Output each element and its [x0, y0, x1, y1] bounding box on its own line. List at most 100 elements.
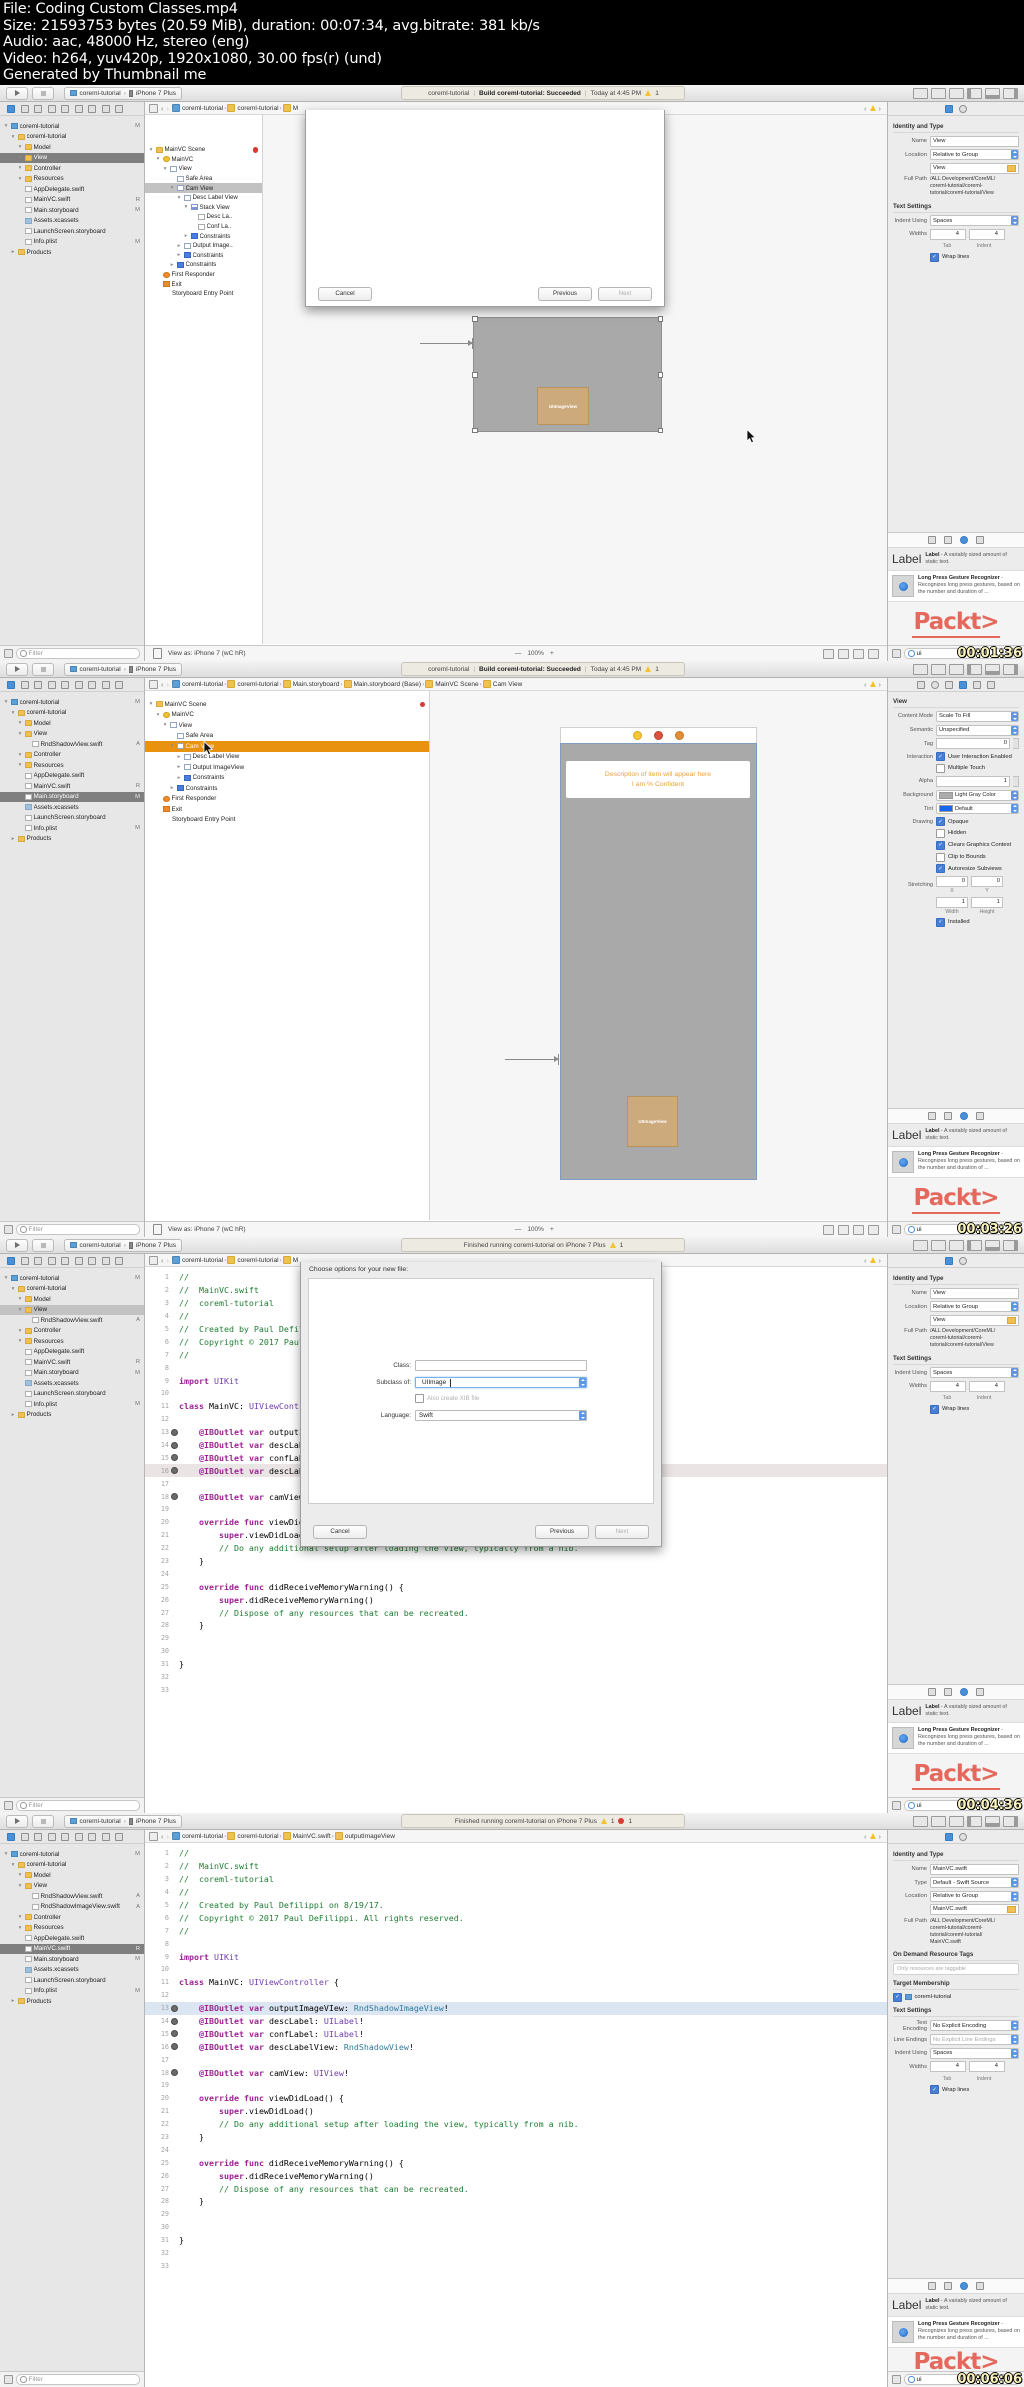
- error-count[interactable]: 1: [628, 1818, 632, 1825]
- previous-button[interactable]: Previous: [535, 1525, 589, 1539]
- code-line[interactable]: 17: [145, 2053, 887, 2066]
- disclosure-icon[interactable]: ▸: [169, 785, 175, 791]
- embed-in-stack-icon[interactable]: [823, 649, 834, 659]
- cancel-button[interactable]: Cancel: [313, 1525, 367, 1539]
- name-field[interactable]: View: [930, 136, 1019, 147]
- warning-count[interactable]: 1: [655, 90, 659, 97]
- debug-icon[interactable]: [88, 1257, 96, 1265]
- warning-count[interactable]: 1: [611, 1818, 615, 1825]
- jumpbar-item[interactable]: coreml-tutorial: [227, 680, 278, 688]
- disclosure-icon[interactable]: ▾: [17, 1872, 23, 1878]
- code-line[interactable]: 31}: [145, 1658, 887, 1671]
- next-button[interactable]: Next: [598, 287, 652, 301]
- inspector-toggle-icon[interactable]: [1003, 664, 1018, 675]
- code-line[interactable]: 6// Copyright © 2017 Paul DeFilippi. All…: [145, 1911, 887, 1924]
- disclosure-icon[interactable]: ▾: [17, 731, 23, 737]
- tree-row[interactable]: ▾View: [0, 729, 144, 740]
- tree-row[interactable]: ▾Controller: [0, 750, 144, 761]
- tree-row[interactable]: Storyboard Entry Point: [145, 815, 429, 826]
- object-icon[interactable]: [960, 1112, 968, 1120]
- assistant-editor-icon[interactable]: [931, 88, 946, 99]
- dropdown[interactable]: Scale To Fill: [936, 711, 1019, 722]
- stepper-icon[interactable]: [1013, 776, 1019, 787]
- quick-help-icon[interactable]: [931, 681, 939, 689]
- wrap-lines-checkbox[interactable]: ✓: [930, 253, 939, 262]
- tab-width-stepper[interactable]: 4: [930, 229, 966, 240]
- tree-row[interactable]: MainVC.swiftR: [0, 781, 144, 792]
- library-item-gesture-recognizer[interactable]: Long Press Gesture Recognizer - Recogniz…: [888, 1147, 1024, 1178]
- dropdown[interactable]: Unspecified: [936, 725, 1019, 736]
- code-line[interactable]: 32: [145, 1671, 887, 1684]
- media-icon[interactable]: [976, 1112, 984, 1120]
- resolve-auto-layout-icon[interactable]: [868, 1225, 879, 1235]
- related-items-icon[interactable]: [149, 104, 158, 113]
- align-icon[interactable]: [838, 1225, 849, 1235]
- disclosure-icon[interactable]: ▾: [17, 1296, 23, 1302]
- tree-row[interactable]: Info.plistM: [0, 1399, 144, 1410]
- quick-help-icon[interactable]: [959, 1257, 967, 1265]
- reports-icon[interactable]: [115, 1257, 123, 1265]
- location-dropdown[interactable]: Relative to Group: [930, 1301, 1019, 1312]
- jumpbar-item[interactable]: Main.storyboard: [283, 680, 340, 688]
- tree-row[interactable]: ▾Stack View: [145, 203, 262, 213]
- disclosure-icon[interactable]: ▾: [17, 1914, 23, 1920]
- jumpbar-item[interactable]: coreml-tutorial: [227, 1832, 278, 1840]
- symbols-icon[interactable]: [34, 1257, 42, 1265]
- code-line[interactable]: 26 super.didReceiveMemoryWarning(): [145, 2169, 887, 2182]
- tree-row[interactable]: ▸Constraints: [145, 773, 429, 784]
- code-line[interactable]: 2// MainVC.swift: [145, 1860, 887, 1873]
- tests-icon[interactable]: [75, 681, 83, 689]
- number-field[interactable]: 0: [936, 738, 1010, 749]
- code-line[interactable]: 28 }: [145, 2195, 887, 2208]
- identity-icon[interactable]: [945, 681, 953, 689]
- navigator-toggle-icon[interactable]: [967, 1816, 982, 1827]
- source-editor[interactable]: 1//2// MainVC.swift3// coreml-tutorial4/…: [145, 1843, 887, 2387]
- disclosure-icon[interactable]: ▸: [176, 764, 182, 770]
- tree-row[interactable]: ▾MainVC: [145, 710, 429, 721]
- reports-icon[interactable]: [115, 681, 123, 689]
- jumpbar-item[interactable]: MainVC.swift: [283, 1832, 331, 1840]
- disclosure-icon[interactable]: ▾: [10, 134, 16, 140]
- view-controller-mock[interactable]: Description of item will appear here I a…: [560, 727, 757, 1180]
- navigator-filter-input[interactable]: Filter: [16, 1224, 140, 1235]
- disclosure-icon[interactable]: ▾: [17, 1338, 23, 1344]
- disclosure-icon[interactable]: ▾: [169, 185, 175, 191]
- number-field-group[interactable]: 0X: [936, 876, 968, 894]
- indent-width-stepper[interactable]: 4: [969, 2061, 1005, 2072]
- tree-row[interactable]: ▸Desc Label View: [145, 752, 429, 763]
- disclosure-icon[interactable]: ▸: [10, 836, 16, 842]
- grid-view-icon[interactable]: [892, 649, 901, 658]
- number-field-group[interactable]: 1Width: [936, 897, 968, 915]
- disclosure-icon[interactable]: ▾: [17, 176, 23, 182]
- uiimageview-object[interactable]: UIImageView: [537, 387, 589, 425]
- align-icon[interactable]: [838, 649, 849, 659]
- navigator-toggle-icon[interactable]: [967, 88, 982, 99]
- exit-icon[interactable]: [675, 731, 684, 740]
- symbols-icon[interactable]: [34, 105, 42, 113]
- code-line[interactable]: 14 @IBOutlet var descLabel: UILabel!: [145, 2015, 887, 2028]
- outlet-connector-icon[interactable]: [169, 1467, 179, 1474]
- file-icon[interactable]: [917, 681, 925, 689]
- tree-row[interactable]: ▾Model: [0, 1870, 144, 1881]
- tree-row[interactable]: RndShadowImageView.swiftA: [0, 1902, 144, 1913]
- reports-icon[interactable]: [115, 105, 123, 113]
- color-well[interactable]: Default: [936, 803, 1019, 814]
- debug-area-toggle-icon[interactable]: [985, 664, 1000, 675]
- tree-row[interactable]: ▾View: [0, 1881, 144, 1892]
- jumpbar-item[interactable]: coreml-tutorial: [172, 1256, 223, 1264]
- related-items-icon[interactable]: [149, 680, 158, 689]
- target-checkbox[interactable]: ✓: [893, 1993, 902, 2002]
- tree-row[interactable]: ▾MainVC: [145, 155, 262, 165]
- scheme-selector[interactable]: coreml-tutorial › iPhone 7 Plus: [64, 1815, 182, 1828]
- run-button[interactable]: [6, 87, 28, 100]
- stop-button[interactable]: [32, 87, 54, 100]
- scheme-selector[interactable]: coreml-tutorial › iPhone 7 Plus: [64, 663, 182, 676]
- tree-row[interactable]: Storyboard Entry Point: [145, 289, 262, 299]
- desc-label-view-object[interactable]: Description of item will appear here I a…: [566, 761, 750, 798]
- view-as-label[interactable]: View as: iPhone 7 (wC hR): [168, 650, 246, 657]
- pin-icon[interactable]: [853, 649, 864, 659]
- disclosure-icon[interactable]: ▾: [3, 1851, 9, 1857]
- folder-icon[interactable]: [1007, 165, 1016, 172]
- jumpbar-item[interactable]: Cam View: [483, 680, 523, 688]
- tree-row[interactable]: ▾View: [0, 153, 144, 164]
